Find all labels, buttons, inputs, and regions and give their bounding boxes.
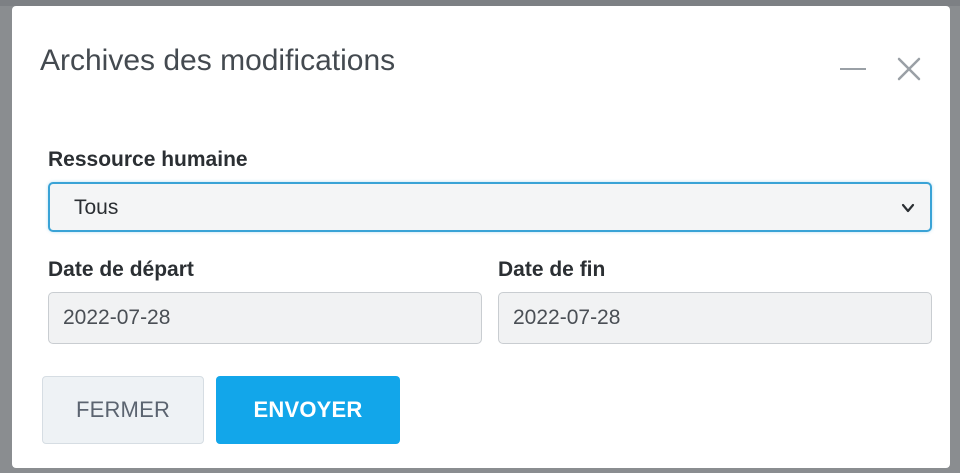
- window-controls: [838, 54, 924, 84]
- close-button[interactable]: [894, 54, 924, 84]
- send-button[interactable]: ENVOYER: [216, 376, 400, 444]
- minimize-button[interactable]: [838, 54, 868, 84]
- close-button-label: FERMER: [75, 397, 171, 422]
- dialog-title: Archives des modifications: [40, 44, 396, 77]
- resource-label: Ressource humaine: [48, 148, 248, 171]
- start-date-value: 2022-07-28: [63, 306, 171, 329]
- resource-select[interactable]: Tous: [48, 182, 932, 232]
- send-button-label: ENVOYER: [253, 397, 363, 422]
- end-date-label: Date de fin: [498, 258, 606, 281]
- start-date-field[interactable]: 2022-07-28: [48, 292, 482, 344]
- close-icon: [897, 57, 921, 81]
- start-date-label: Date de départ: [48, 258, 194, 281]
- archive-dialog: Archives des modifications Ressource hum…: [12, 6, 950, 468]
- minimize-icon: [840, 68, 866, 70]
- end-date-field[interactable]: 2022-07-28: [498, 292, 932, 344]
- close-form-button[interactable]: FERMER: [42, 376, 204, 444]
- end-date-value: 2022-07-28: [513, 306, 621, 329]
- resource-select-value: Tous: [74, 196, 119, 219]
- chevron-down-icon: [901, 203, 915, 213]
